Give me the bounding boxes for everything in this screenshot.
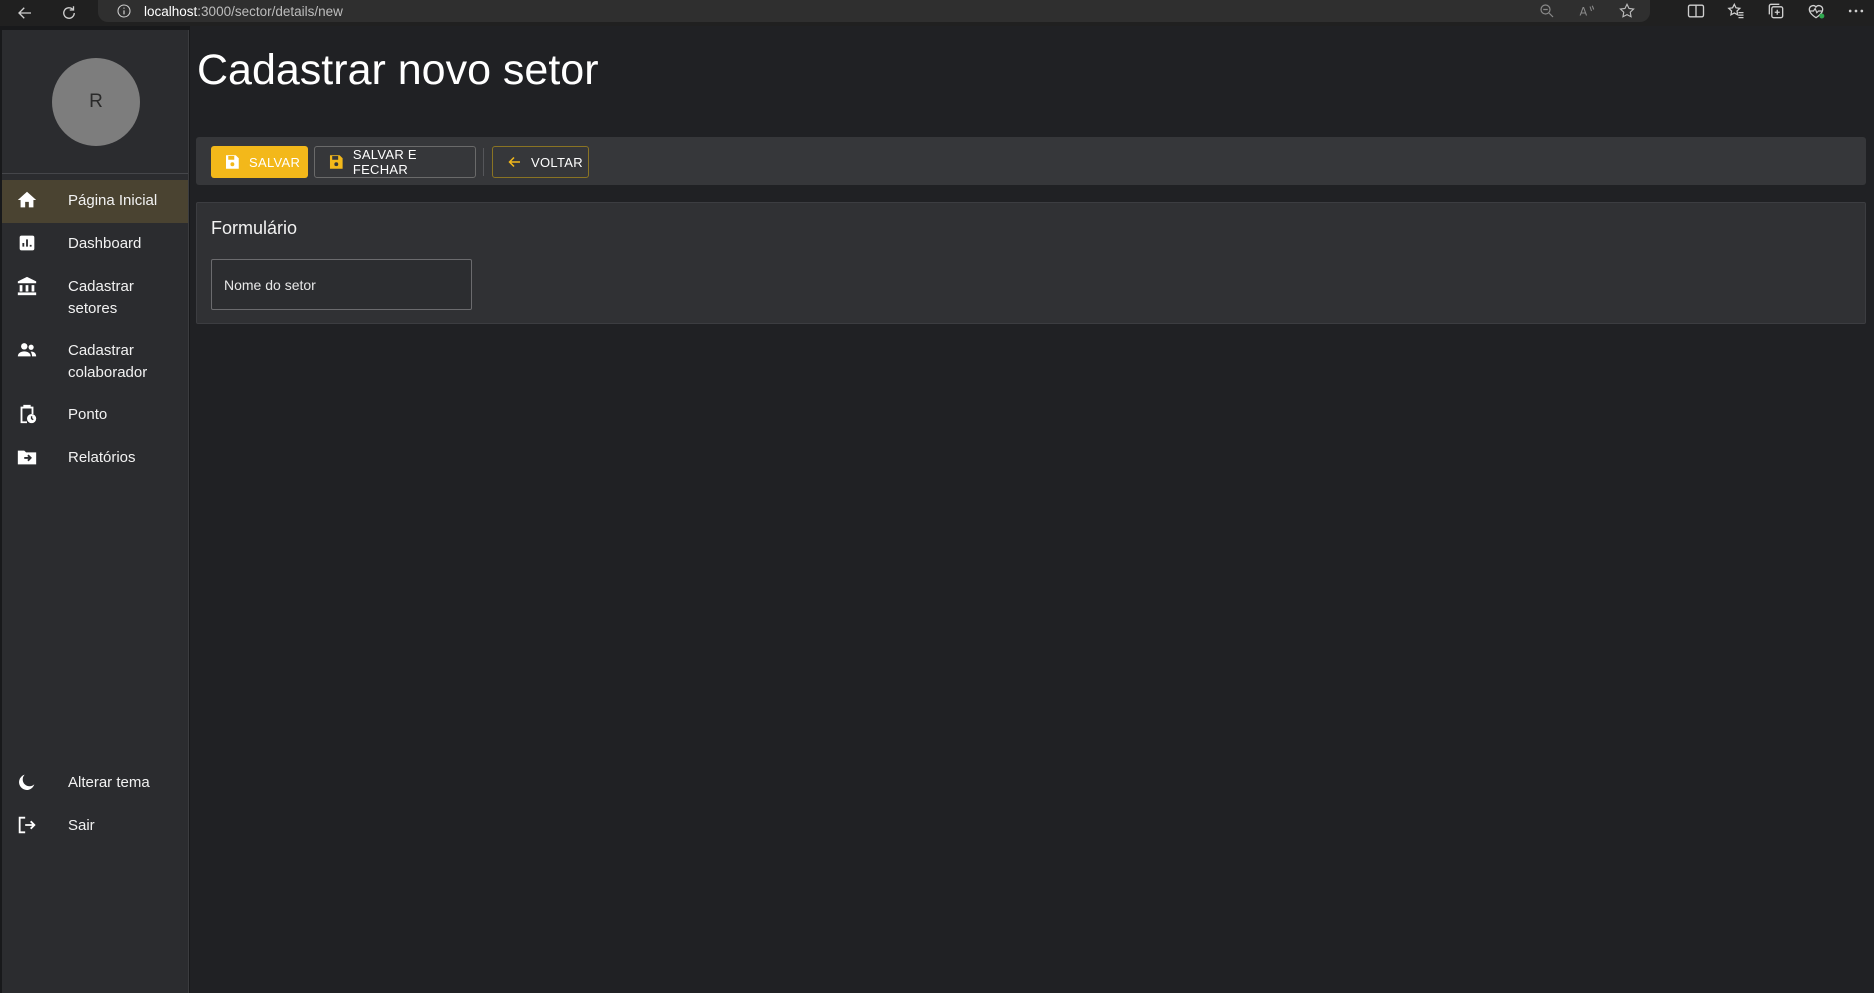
sidebar-item-relatorios[interactable]: Relatórios <box>2 437 188 480</box>
floppy-disk-icon <box>226 155 239 169</box>
sidebar-item-label: Página Inicial <box>68 192 158 209</box>
sidebar-divider <box>2 173 188 174</box>
save-button-label: SALVAR <box>249 154 301 170</box>
bank-icon <box>16 275 40 299</box>
arrow-left-icon <box>18 7 31 19</box>
sidebar-item-pagina-inicial[interactable]: Página Inicial <box>2 180 188 223</box>
logout-icon <box>16 814 40 838</box>
svg-text:A: A <box>1580 6 1588 19</box>
clipboard-clock-icon <box>16 403 40 427</box>
sidebar-item-label: Relatórios <box>68 449 136 466</box>
more-options-icon[interactable] <box>1846 1 1866 21</box>
action-toolbar: SALVAR SALVAR E FECHAR VOLTAR <box>196 137 1866 185</box>
sidebar-item-label: Cadastrar setores <box>68 278 134 317</box>
browser-back-button[interactable] <box>14 2 36 24</box>
sidebar-item-cadastrar-setores[interactable]: Cadastrar setores <box>2 266 188 330</box>
people-icon <box>16 339 40 363</box>
sidebar-menu: Página Inicial Dashboard Cadastrar setor… <box>2 180 188 480</box>
folder-arrow-icon <box>16 446 40 470</box>
sidebar-item-label: Dashboard <box>68 235 142 252</box>
toolbar-divider <box>483 148 484 176</box>
home-icon <box>16 189 40 213</box>
read-aloud-icon[interactable]: A <box>1578 2 1596 20</box>
sidebar-item-cadastrar-colaborador[interactable]: Cadastrar colaborador <box>2 330 188 394</box>
back-button[interactable]: VOLTAR <box>492 146 589 178</box>
save-and-close-button[interactable]: SALVAR E FECHAR <box>314 146 476 178</box>
address-url[interactable]: localhost:3000/sector/details/new <box>144 4 343 19</box>
sidebar: R Página Inicial Dashboard Cadastrar set… <box>2 30 189 993</box>
page-title: Cadastrar novo setor <box>197 46 599 94</box>
address-bar[interactable]: localhost:3000/sector/details/new A <box>98 0 1650 22</box>
arrow-left-icon <box>508 156 520 168</box>
app-root: R Página Inicial Dashboard Cadastrar set… <box>0 26 1874 993</box>
sidebar-bottom-menu: Alterar tema Sair <box>2 762 188 848</box>
zoom-out-icon[interactable] <box>1538 2 1556 20</box>
sidebar-item-label: Alterar tema <box>68 774 150 791</box>
floppy-disk-icon <box>329 155 343 169</box>
favorites-icon[interactable] <box>1726 1 1746 21</box>
dashboard-chart-icon <box>16 232 40 256</box>
main-content: Cadastrar novo setor SALVAR SALVAR E FEC… <box>190 26 1874 993</box>
back-button-label: VOLTAR <box>531 154 583 170</box>
info-icon[interactable] <box>116 3 132 19</box>
browser-toolbar: localhost:3000/sector/details/new A <box>0 0 1874 26</box>
reload-icon <box>63 6 75 19</box>
browser-essentials-icon[interactable] <box>1806 1 1826 21</box>
form-title: Formulário <box>211 218 298 238</box>
sidebar-item-alterar-tema[interactable]: Alterar tema <box>2 762 188 805</box>
save-button[interactable]: SALVAR <box>211 146 308 178</box>
sidebar-item-sair[interactable]: Sair <box>2 805 188 848</box>
favorite-star-icon[interactable] <box>1618 2 1636 20</box>
collections-icon[interactable] <box>1766 1 1786 21</box>
form-card: Formulário <box>196 202 1866 324</box>
sidebar-item-label: Ponto <box>68 406 108 423</box>
browser-reload-button[interactable] <box>58 2 80 24</box>
split-screen-icon[interactable] <box>1686 1 1706 21</box>
avatar[interactable]: R <box>52 58 140 146</box>
sidebar-item-label: Sair <box>68 817 95 834</box>
sidebar-item-ponto[interactable]: Ponto <box>2 394 188 437</box>
sidebar-item-dashboard[interactable]: Dashboard <box>2 223 188 266</box>
save-and-close-label: SALVAR E FECHAR <box>352 147 417 177</box>
moon-icon <box>16 771 40 795</box>
sector-name-input[interactable] <box>212 260 471 309</box>
sidebar-item-label: Cadastrar colaborador <box>68 342 148 381</box>
sector-name-field[interactable] <box>211 259 472 310</box>
